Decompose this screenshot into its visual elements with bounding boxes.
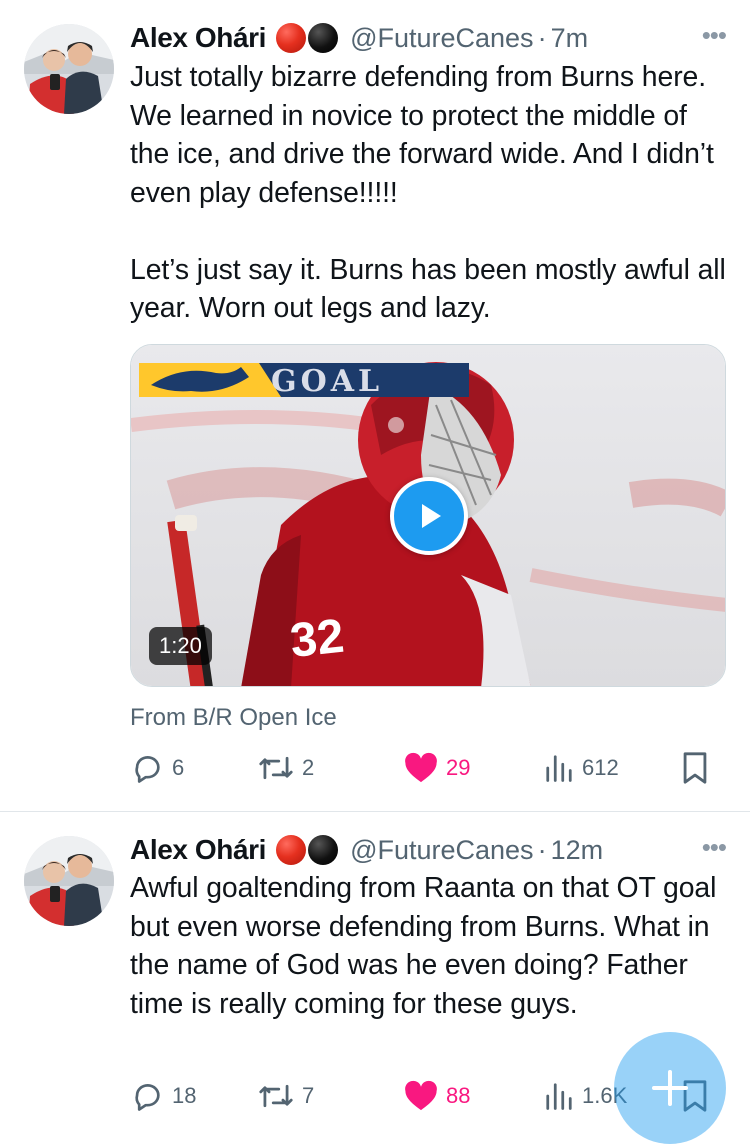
retweet-icon	[259, 1084, 293, 1108]
separator: ·	[537, 22, 547, 53]
more-icon[interactable]: •••	[702, 20, 727, 51]
like-count: 29	[446, 755, 471, 780]
black-circle-emoji-icon	[308, 23, 339, 53]
play-button[interactable]	[390, 477, 468, 555]
compose-button[interactable]	[614, 1032, 726, 1144]
video-player[interactable]: 32 GOAL 1:20	[130, 344, 726, 687]
timestamp[interactable]: 7m	[551, 23, 589, 54]
red-circle-emoji-icon	[276, 835, 307, 865]
separator: ·	[537, 834, 547, 865]
reply-button[interactable]: 6	[130, 748, 184, 788]
compose-plus-icon	[652, 1070, 688, 1106]
reply-count: 18	[172, 1083, 197, 1108]
video-duration: 1:20	[149, 627, 212, 665]
reply-icon	[135, 1084, 160, 1111]
tweet-text: Just totally bizarre defending from Burn…	[130, 61, 726, 324]
views-button[interactable]: 612	[544, 748, 619, 788]
play-icon	[422, 504, 441, 528]
reply-count: 6	[172, 755, 185, 780]
like-button[interactable]: 88	[404, 1076, 470, 1116]
tweet-text: Awful goaltending from Raanta on that OT…	[130, 872, 725, 1020]
avatar[interactable]	[24, 836, 114, 926]
jersey-number: 32	[288, 610, 347, 668]
like-count: 88	[446, 1083, 471, 1108]
views-count: 612	[582, 755, 619, 780]
more-icon[interactable]: •••	[702, 832, 727, 863]
views-icon	[546, 755, 572, 782]
author-name[interactable]: Alex Ohári	[130, 22, 266, 54]
bookmark-icon	[683, 752, 707, 784]
tweet-actions: 6 2 29 612	[130, 748, 720, 788]
red-circle-emoji-icon	[276, 23, 307, 53]
reply-button[interactable]: 18	[130, 1076, 196, 1116]
retweet-button[interactable]: 2	[258, 748, 314, 788]
views-icon	[546, 1083, 572, 1110]
heart-icon	[405, 1080, 437, 1111]
goal-overlay: GOAL	[271, 364, 383, 399]
author-name[interactable]: Alex Ohári	[130, 834, 266, 866]
heart-icon	[405, 752, 437, 783]
bookmark-button[interactable]	[680, 748, 710, 788]
black-circle-emoji-icon	[308, 835, 339, 865]
timestamp[interactable]: 12m	[551, 835, 604, 866]
retweet-icon	[259, 756, 293, 780]
tweet-header: Alex Ohári @FutureCanes · 7m •••	[130, 18, 727, 58]
retweet-count: 7	[302, 1083, 315, 1108]
tweet-header: Alex Ohári @FutureCanes · 12m •••	[130, 830, 727, 870]
reply-icon	[135, 756, 160, 783]
avatar[interactable]	[24, 24, 114, 114]
author-handle[interactable]: @FutureCanes	[350, 23, 534, 54]
author-handle[interactable]: @FutureCanes	[350, 835, 534, 866]
retweet-button[interactable]: 7	[258, 1076, 314, 1116]
like-button[interactable]: 29	[404, 748, 470, 788]
video-source[interactable]: From B/R Open Ice	[130, 704, 337, 732]
retweet-count: 2	[302, 755, 315, 780]
tweet[interactable]: Alex Ohári @FutureCanes · 7m ••• Just to…	[0, 0, 750, 812]
